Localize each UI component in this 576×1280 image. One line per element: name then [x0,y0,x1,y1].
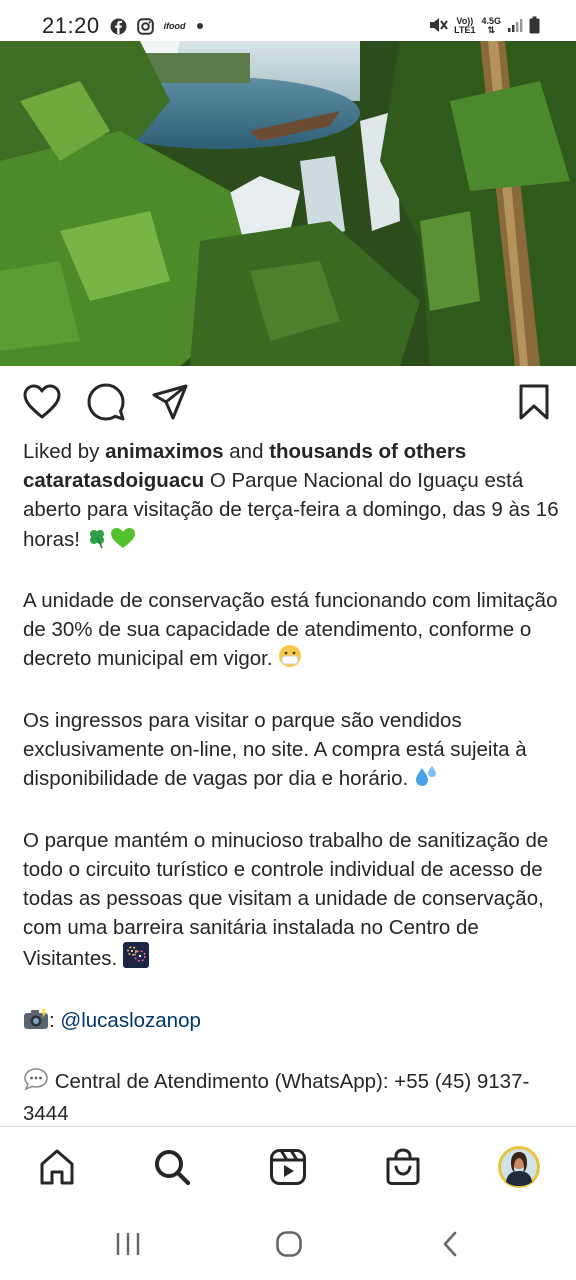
face-with-mask-icon [278,644,302,676]
facebook-icon [110,18,127,35]
caption-paragraph-1: cataratasdoiguacu O Parque Nacional do I… [23,466,559,557]
likes-user-link[interactable]: animaximos [105,440,224,463]
caption-paragraph-2: A unidade de conservação está funcionand… [23,586,559,677]
status-left: 21:20 ifood [42,13,204,39]
fireworks-icon [122,942,149,976]
speech-balloon-icon [23,1067,49,1099]
post-actions [0,380,576,424]
profile-avatar [498,1146,540,1188]
battery-icon [529,16,540,36]
network-type: 4.5G ⇅ [481,17,501,35]
search-icon [155,1150,191,1186]
caption-text-3: Os ingressos para visitar o parque são v… [23,708,527,791]
waterfall-forest-photo [0,41,576,366]
home-icon [40,1149,74,1185]
post-photo[interactable] [0,41,576,366]
photo-credit-mention[interactable]: @lucaslozanop [60,1009,200,1032]
reels-icon [270,1149,306,1185]
four-leaf-clover-icon [86,527,110,557]
like-icon [23,384,61,419]
caption-username[interactable]: cataratasdoiguacu [23,469,204,492]
volte-bottom: LTE1 [454,25,476,35]
sweat-droplets-icon [414,764,440,796]
comment-icon [87,383,125,421]
likes-prefix: Liked by [23,440,100,463]
caption-paragraph-4: O parque mantém o minucioso trabalho de … [23,826,559,977]
caption-text-4: O parque mantém o minucioso trabalho de … [23,828,549,971]
credit-separator: : [49,1008,55,1032]
recents-icon [116,1233,140,1255]
dot-icon [196,22,204,30]
instagram-icon [136,17,154,35]
green-heart-icon [110,527,136,557]
mute-icon [428,16,448,36]
nav-shop-button[interactable] [380,1144,426,1190]
like-button[interactable] [20,380,64,424]
likes-line[interactable]: Liked by animaximos and thousands of oth… [23,437,559,466]
nav-home-button[interactable] [34,1144,80,1190]
shop-icon [386,1148,420,1185]
back-icon [443,1231,457,1257]
volte-indicator: Vo)) LTE1 [454,17,475,35]
caption-contact-line: Central de Atendimento (WhatsApp): +55 (… [23,1067,559,1128]
system-back-button[interactable] [431,1224,471,1264]
system-nav-bar [0,1206,576,1280]
status-time: 21:20 [42,13,100,38]
save-button[interactable] [512,380,556,424]
system-recents-button[interactable] [108,1224,148,1264]
camera-with-flash-icon [23,1008,49,1038]
nav-reels-button[interactable] [265,1144,311,1190]
caption-credit-line: : @lucaslozanop [23,1006,559,1038]
bottom-nav [0,1126,576,1207]
status-right: Vo)) LTE1 4.5G ⇅ [428,16,540,36]
caption-paragraph-3: Os ingressos para visitar o parque são v… [23,706,559,797]
post-caption-area: Liked by animaximos and thousands of oth… [23,437,559,1129]
likes-others-link[interactable]: thousands of others [269,440,466,463]
nav-profile-button[interactable] [496,1144,542,1190]
home-circle-icon [276,1231,302,1257]
save-icon [519,384,549,420]
share-button[interactable] [148,380,192,424]
system-home-button[interactable] [269,1224,309,1264]
share-icon [152,384,188,420]
likes-middle: and [229,440,264,463]
ifood-icon: ifood [163,21,186,31]
signal-icon [507,17,523,35]
data-arrows-icon: ⇅ [487,25,496,35]
caption-contact-text: Central de Atendimento (WhatsApp): +55 (… [23,1070,530,1126]
nav-search-button[interactable] [149,1144,195,1190]
comment-button[interactable] [84,380,128,424]
